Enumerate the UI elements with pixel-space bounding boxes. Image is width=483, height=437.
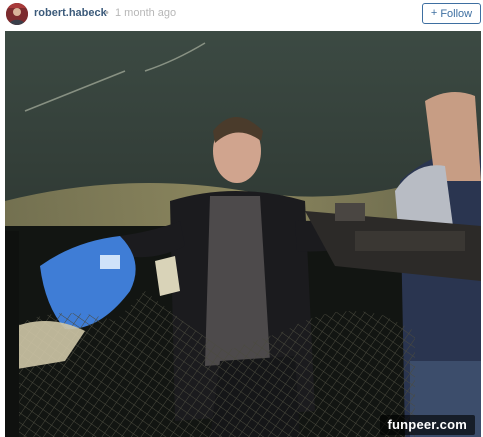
follow-button-label: Follow xyxy=(440,7,473,20)
avatar-image xyxy=(6,3,28,25)
post-timestamp: 1 month ago xyxy=(115,7,177,19)
post-header: robert.habeck • 1 month ago + Follow xyxy=(0,0,483,30)
username-link[interactable]: robert.habeck xyxy=(34,7,107,19)
post-photo[interactable]: funpeer.com xyxy=(5,31,481,437)
instagram-post-card: robert.habeck • 1 month ago + Follow fun… xyxy=(0,0,483,437)
photo-image xyxy=(5,31,481,437)
separator-dot: • xyxy=(105,7,109,19)
plus-icon: + xyxy=(430,7,438,19)
avatar[interactable] xyxy=(6,3,28,25)
follow-button[interactable]: + Follow xyxy=(422,3,481,24)
watermark-text: funpeer.com xyxy=(379,415,475,435)
